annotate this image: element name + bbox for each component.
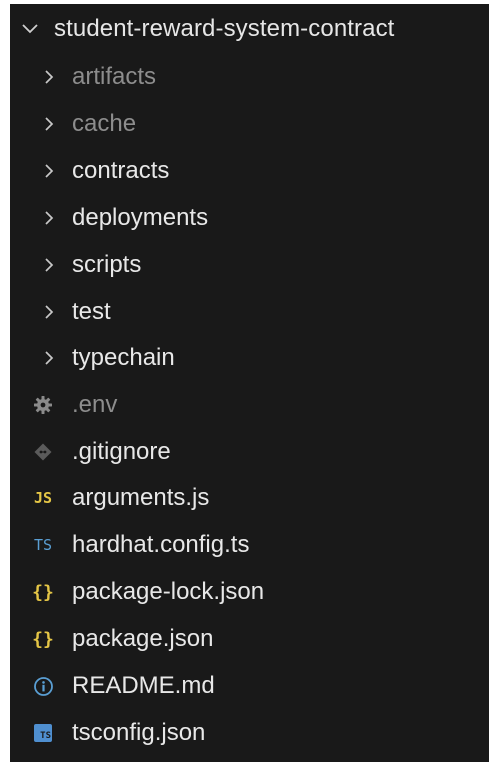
json-icon: {} bbox=[32, 581, 54, 603]
json-icon: {} bbox=[32, 628, 54, 650]
file-row-gitignore[interactable]: .gitignore bbox=[10, 433, 489, 471]
tsconfig-icon-text: TS bbox=[40, 731, 51, 741]
chevron-right-icon bbox=[45, 351, 54, 365]
file-label: hardhat.config.ts bbox=[72, 531, 250, 558]
folder-row-deployments[interactable]: deployments bbox=[10, 199, 489, 237]
chevron-right-icon bbox=[45, 70, 54, 84]
chevron-right-icon bbox=[45, 211, 54, 225]
chevron-right-icon bbox=[45, 305, 54, 319]
file-label: arguments.js bbox=[72, 484, 210, 511]
chevron-right-icon bbox=[45, 164, 54, 178]
folder-row-test[interactable]: test bbox=[10, 293, 489, 331]
folder-label: deployments bbox=[72, 204, 209, 231]
file-label: README.md bbox=[72, 672, 215, 699]
file-label: .gitignore bbox=[72, 438, 171, 465]
folder-label: test bbox=[72, 298, 111, 325]
folder-row-cache[interactable]: cache bbox=[10, 105, 489, 143]
folder-label: cache bbox=[72, 110, 137, 137]
file-row-arguments-js[interactable]: JS arguments.js bbox=[10, 479, 489, 517]
file-row-tsconfig[interactable]: TS tsconfig.json bbox=[10, 714, 489, 752]
folder-row-scripts[interactable]: scripts bbox=[10, 246, 489, 284]
file-row-env[interactable]: .env bbox=[10, 386, 489, 424]
folder-label: scripts bbox=[72, 251, 142, 278]
file-label: .env bbox=[72, 391, 118, 418]
tsconfig-icon: TS bbox=[32, 723, 54, 743]
file-label: tsconfig.json bbox=[72, 719, 206, 746]
folder-label: artifacts bbox=[72, 63, 157, 90]
folder-label: typechain bbox=[72, 344, 175, 371]
file-label: package-lock.json bbox=[72, 578, 265, 605]
typescript-icon: TS bbox=[33, 536, 53, 554]
chevron-right-icon bbox=[45, 117, 54, 131]
file-row-package-json[interactable]: {} package.json bbox=[10, 620, 489, 658]
file-row-package-lock[interactable]: {} package-lock.json bbox=[10, 573, 489, 611]
root-folder-label: student-reward-system-contract bbox=[54, 15, 395, 42]
git-icon bbox=[32, 442, 54, 462]
info-icon bbox=[32, 676, 54, 696]
folder-row-contracts[interactable]: contracts bbox=[10, 152, 489, 190]
gear-icon bbox=[32, 395, 54, 415]
file-row-readme[interactable]: README.md bbox=[10, 667, 489, 705]
file-label: package.json bbox=[72, 625, 214, 652]
folder-row-artifacts[interactable]: artifacts bbox=[10, 58, 489, 96]
folder-row-typechain[interactable]: typechain bbox=[10, 339, 489, 377]
file-explorer: student-reward-system-contract artifacts… bbox=[10, 4, 489, 762]
root-folder-row[interactable]: student-reward-system-contract bbox=[10, 10, 489, 48]
file-row-hardhat-config[interactable]: TS hardhat.config.ts bbox=[10, 526, 489, 564]
folder-label: contracts bbox=[72, 157, 170, 184]
chevron-right-icon bbox=[45, 258, 54, 272]
chevron-down-icon bbox=[22, 24, 38, 34]
javascript-icon: JS bbox=[33, 489, 53, 507]
